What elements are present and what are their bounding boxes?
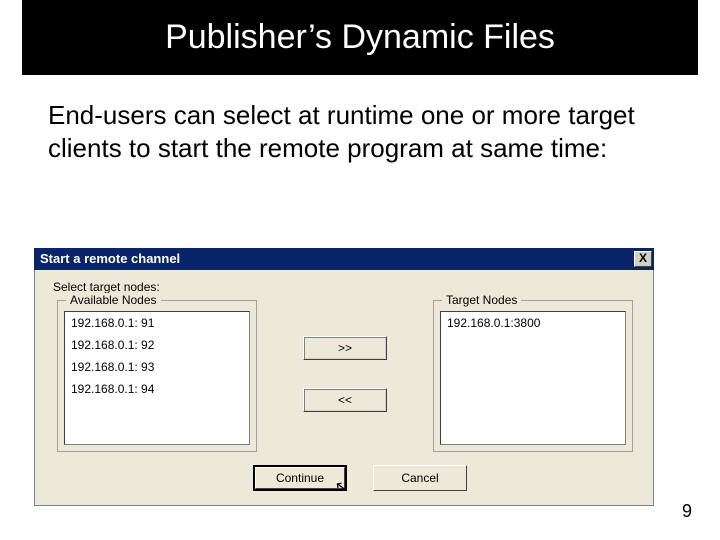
slide-title: Publisher’s Dynamic Files bbox=[22, 0, 698, 75]
list-item[interactable]: 192.168.0.1: 94 bbox=[65, 378, 249, 400]
available-nodes-group: Available Nodes 192.168.0.1: 91 192.168.… bbox=[57, 300, 257, 452]
available-nodes-legend: Available Nodes bbox=[66, 293, 161, 307]
dialog-body: Select target nodes: Available Nodes 192… bbox=[34, 270, 654, 506]
add-button[interactable]: >> bbox=[303, 336, 387, 360]
remove-button[interactable]: << bbox=[303, 388, 387, 412]
dialog-title: Start a remote channel bbox=[40, 248, 180, 270]
available-nodes-list[interactable]: 192.168.0.1: 91 192.168.0.1: 92 192.168.… bbox=[64, 311, 250, 445]
dialog-titlebar: Start a remote channel X bbox=[34, 248, 654, 270]
continue-button[interactable]: Continue bbox=[253, 465, 347, 491]
page-number: 9 bbox=[682, 501, 692, 522]
list-item[interactable]: 192.168.0.1: 91 bbox=[65, 312, 249, 334]
dialog-instruction: Select target nodes: bbox=[53, 280, 160, 294]
target-nodes-group: Target Nodes 192.168.0.1:3800 bbox=[433, 300, 633, 452]
close-button[interactable]: X bbox=[634, 251, 652, 267]
target-nodes-list[interactable]: 192.168.0.1:3800 bbox=[440, 311, 626, 445]
list-item[interactable]: 192.168.0.1: 92 bbox=[65, 334, 249, 356]
dialog-window: Start a remote channel X Select target n… bbox=[34, 248, 654, 506]
list-item[interactable]: 192.168.0.1: 93 bbox=[65, 356, 249, 378]
slide-body-text: End-users can select at runtime one or m… bbox=[48, 99, 672, 164]
target-nodes-legend: Target Nodes bbox=[442, 293, 521, 307]
cancel-button[interactable]: Cancel bbox=[373, 465, 467, 491]
list-item[interactable]: 192.168.0.1:3800 bbox=[441, 312, 625, 334]
